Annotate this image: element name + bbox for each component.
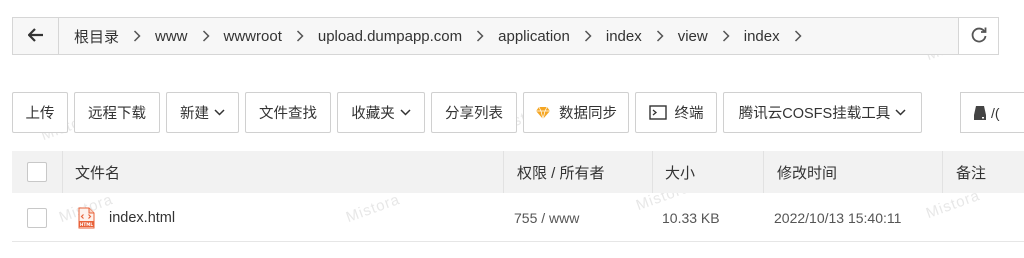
chevron-right-icon — [469, 30, 491, 42]
cosfs-tool-label: 腾讯云COSFS挂载工具 — [738, 106, 891, 122]
column-header-permission[interactable]: 权限 / 所有者 — [517, 151, 605, 193]
refresh-icon — [970, 26, 988, 47]
disk-button[interactable]: /( — [960, 92, 1024, 133]
share-list-label: 分享列表 — [445, 106, 503, 122]
breadcrumb-item[interactable]: www — [148, 28, 195, 45]
chevron-right-icon — [577, 30, 599, 42]
chevron-down-icon — [895, 109, 906, 116]
share-list-button[interactable]: 分享列表 — [431, 92, 517, 133]
html-file-icon: HTML — [78, 207, 95, 229]
data-sync-label: 数据同步 — [559, 106, 617, 122]
column-header-name[interactable]: 文件名 — [75, 151, 120, 193]
breadcrumb-item[interactable]: view — [671, 28, 715, 45]
upload-label: 上传 — [25, 106, 55, 122]
column-header-note[interactable]: 备注 — [956, 151, 986, 193]
chevron-right-icon — [126, 30, 148, 42]
breadcrumb-item[interactable]: application — [491, 28, 577, 45]
remote-download-label: 远程下载 — [88, 106, 146, 122]
breadcrumb-item[interactable]: 根目录 — [67, 26, 126, 47]
column-header-size[interactable]: 大小 — [665, 151, 695, 193]
path-bar: 根目录 www wwwroot upload.dumpapp.com appli… — [12, 17, 999, 55]
breadcrumb-item[interactable]: wwwroot — [217, 28, 289, 45]
arrow-left-icon — [26, 27, 44, 45]
file-search-label: 文件查找 — [259, 106, 317, 122]
chevron-down-icon — [214, 109, 225, 116]
cosfs-tool-button[interactable]: 腾讯云COSFS挂载工具 — [723, 92, 922, 133]
data-sync-button[interactable]: 数据同步 — [523, 92, 629, 133]
breadcrumb-item[interactable]: upload.dumpapp.com — [311, 28, 469, 45]
breadcrumb: 根目录 www wwwroot upload.dumpapp.com appli… — [59, 18, 958, 54]
chevron-right-icon — [289, 30, 311, 42]
diamond-icon — [535, 106, 551, 120]
upload-button[interactable]: 上传 — [12, 92, 68, 133]
toolbar: 上传 远程下载 新建 文件查找 收藏夹 分享列表 数据同步 终端 腾讯云COSF… — [12, 92, 922, 133]
svg-text:HTML: HTML — [80, 222, 94, 227]
remote-download-button[interactable]: 远程下载 — [74, 92, 160, 133]
terminal-button[interactable]: 终端 — [635, 92, 717, 133]
favorites-label: 收藏夹 — [351, 106, 395, 122]
chevron-right-icon — [649, 30, 671, 42]
file-size: 10.33 KB — [662, 210, 720, 226]
permission-owner: 755 / www — [514, 210, 580, 226]
disk-label: /( — [991, 104, 1000, 121]
table-row[interactable]: HTML index.html 755 / www 10.33 KB 2022/… — [12, 194, 1024, 242]
chevron-right-icon — [787, 30, 809, 42]
back-button[interactable] — [13, 18, 59, 54]
column-header-mtime[interactable]: 修改时间 — [777, 151, 837, 193]
modified-time: 2022/10/13 15:40:11 — [774, 210, 902, 226]
table-header: 文件名 权限 / 所有者 大小 修改时间 备注 — [12, 151, 1024, 193]
new-button[interactable]: 新建 — [166, 92, 239, 133]
file-name-cell[interactable]: HTML index.html — [78, 194, 175, 242]
favorites-button[interactable]: 收藏夹 — [337, 92, 425, 133]
refresh-button[interactable] — [958, 18, 998, 54]
breadcrumb-item[interactable]: index — [737, 28, 787, 45]
chevron-right-icon — [195, 30, 217, 42]
file-name[interactable]: index.html — [109, 210, 175, 226]
breadcrumb-item[interactable]: index — [599, 28, 649, 45]
terminal-icon — [648, 105, 667, 120]
chevron-down-icon — [400, 109, 411, 116]
new-label: 新建 — [180, 106, 209, 122]
chevron-right-icon — [715, 30, 737, 42]
row-checkbox[interactable] — [27, 194, 47, 242]
select-all-checkbox[interactable] — [27, 151, 47, 193]
terminal-label: 终端 — [674, 106, 704, 122]
file-search-button[interactable]: 文件查找 — [245, 92, 331, 133]
disk-icon — [973, 105, 987, 121]
